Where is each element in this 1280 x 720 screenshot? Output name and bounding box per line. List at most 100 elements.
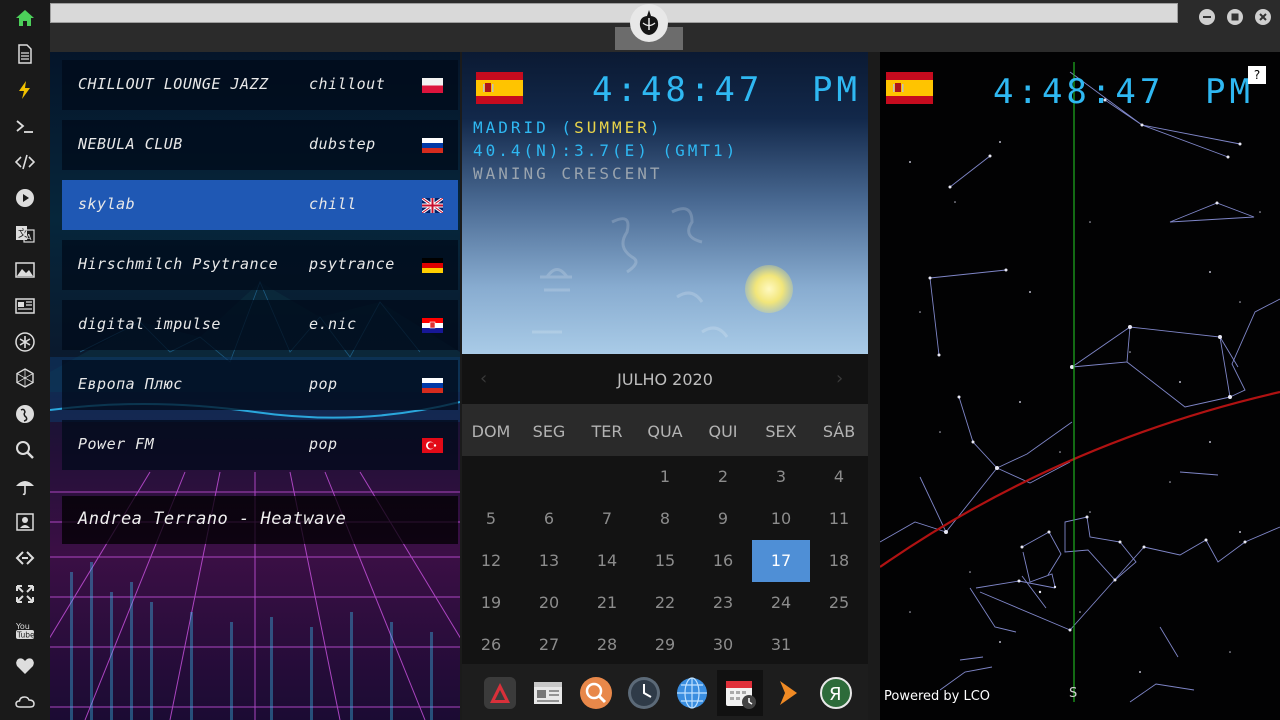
station-row[interactable]: digital impulse e.nic [62,300,458,350]
minimize-button[interactable] [1199,9,1215,25]
asterisk-icon[interactable] [13,330,37,354]
croatia-flag-icon [422,318,443,333]
calendar-month-label: JULHO 2020 [617,370,713,389]
globe-app-icon[interactable] [669,670,715,716]
station-name: skylab [78,195,136,213]
star-chart [880,62,1280,703]
calendar-day[interactable]: 5 [462,498,520,540]
turkey-flag-icon [422,438,443,453]
uk-flag-icon [422,198,443,213]
youtube-icon[interactable]: You Tube [13,618,37,642]
station-name: Hirschmilch Psytrance [78,255,279,273]
contact-card-icon[interactable] [13,510,37,534]
moon-phase: WANING CRESCENT [473,164,663,183]
calendar-day[interactable]: 27 [520,624,578,666]
calendar-day[interactable]: 19 [462,582,520,624]
calendar-day[interactable]: 16 [694,540,752,582]
station-row[interactable]: Европа Плюс pop [62,360,458,410]
lightning-icon[interactable] [13,78,37,102]
image-icon[interactable] [13,258,37,282]
weekday-label: SEX [765,422,797,441]
heart-icon[interactable] [13,654,37,678]
calendar-day[interactable]: 30 [694,624,752,666]
hexagon-icon[interactable] [13,366,37,390]
calendar-day[interactable]: 15 [636,540,694,582]
calendar-day[interactable]: 23 [694,582,752,624]
address-bar[interactable] [50,3,1178,23]
terminal-icon[interactable] [13,114,37,138]
calendar-day[interactable]: 28 [578,624,636,666]
calendar-day[interactable]: 4 [810,456,868,498]
sky-map-panel: 4:48:47 PM ? S Powered by LCO [880,52,1280,720]
calendar-day[interactable]: 24 [752,582,810,624]
station-genre: psytrance [309,255,395,273]
calendar-day[interactable]: 21 [578,582,636,624]
calendar-day[interactable]: 7 [578,498,636,540]
news-icon[interactable] [13,294,37,318]
anki-icon[interactable] [477,670,523,716]
calendar-day[interactable]: 31 [752,624,810,666]
station-name: digital impulse [78,315,221,333]
calendar-day[interactable]: 12 [462,540,520,582]
calendar-day[interactable]: 18 [810,540,868,582]
calendar-day[interactable]: 11 [810,498,868,540]
clock-ampm: PM [812,70,861,110]
station-row[interactable]: Power FM pop [62,420,458,470]
station-row-active[interactable]: skylab chill [62,180,458,230]
calendar-day[interactable]: 1 [636,456,694,498]
code-icon[interactable] [13,150,37,174]
station-name: NEBULA CLUB [78,135,183,153]
calendar-day[interactable]: 2 [694,456,752,498]
logo-tab[interactable] [615,0,683,52]
calendar-day[interactable]: 3 [752,456,810,498]
cloud-icon[interactable] [13,690,37,714]
russia-flag-icon [422,378,443,393]
weekday-label: SEG [532,422,566,441]
calendar-day[interactable]: 13 [520,540,578,582]
yandex-icon[interactable]: Я [813,670,859,716]
season-label: SUMMER [574,118,650,137]
close-button[interactable] [1255,9,1271,25]
play-icon[interactable] [13,186,37,210]
direction-label: S [1069,686,1078,701]
expand-icon[interactable] [13,582,37,606]
station-row[interactable]: CHILLOUT LOUNGE JAZZ chillout [62,60,458,110]
calendar-day[interactable]: 6 [520,498,578,540]
translate-icon[interactable]: 文A [13,222,37,246]
weekday-label: TER [591,422,623,441]
next-month-button[interactable]: › [836,368,843,389]
maximize-button[interactable] [1227,9,1243,25]
clock-ampm: PM [1205,72,1254,112]
clock-calendar-panel: 4:48:47 PM MADRID (SUMMER) 40.4(N):3.7(E… [462,52,868,720]
calendar-day[interactable]: 9 [694,498,752,540]
city-prefix: MADRID ( [473,118,575,137]
calendar-app-icon[interactable] [717,670,763,716]
calendar-day[interactable]: 14 [578,540,636,582]
station-row[interactable]: Hirschmilch Psytrance psytrance [62,240,458,290]
calendar-day[interactable]: 26 [462,624,520,666]
calendar-day[interactable]: 22 [636,582,694,624]
news-reader-icon[interactable] [525,670,571,716]
search-icon[interactable] [13,438,37,462]
weekday-label: SÁB [822,422,856,441]
arrow-app-icon[interactable] [765,670,811,716]
calendar-day[interactable]: 10 [752,498,810,540]
calendar-day[interactable]: 25 [810,582,868,624]
document-icon[interactable] [13,42,37,66]
spain-flag-icon [476,72,523,104]
home-icon[interactable] [13,6,37,30]
link-icon[interactable] [13,546,37,570]
calendar-day-today[interactable]: 17 [752,540,810,582]
umbrella-icon[interactable] [13,474,37,498]
station-row[interactable]: NEBULA CLUB dubstep [62,120,458,170]
calendar-day[interactable]: 29 [636,624,694,666]
calendar-day[interactable]: 8 [636,498,694,540]
search-app-icon[interactable] [573,670,619,716]
clock-app-icon[interactable] [621,670,667,716]
city-line: MADRID (SUMMER) [473,118,738,137]
help-button[interactable]: ? [1248,66,1266,84]
calendar-day[interactable]: 20 [520,582,578,624]
globe-icon[interactable] [13,402,37,426]
calendar-header: ‹ JULHO 2020 › [462,354,868,404]
app-window: 文A You Tube CHILLOUT LOUNGE JAZZ chillou… [0,0,1280,720]
